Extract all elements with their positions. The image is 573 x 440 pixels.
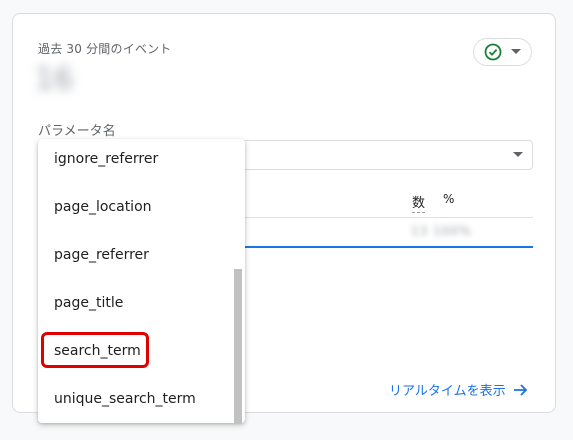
- parameter-dropdown-menu: ignore_referrer page_location page_refer…: [38, 139, 245, 423]
- menu-item-ignore-referrer[interactable]: ignore_referrer: [38, 139, 234, 183]
- select-caret-icon: [513, 152, 523, 157]
- events-title: 過去 30 分間のイベント: [38, 42, 172, 56]
- table-row-highlight: [245, 246, 533, 248]
- events-count: 16: [35, 62, 74, 97]
- table-header-divider: [245, 217, 533, 218]
- arrow-right-icon: [513, 383, 527, 396]
- parameter-name-label: パラメータ名: [38, 124, 116, 139]
- view-realtime-link[interactable]: リアルタイムを表示: [389, 380, 528, 399]
- column-header-count[interactable]: 数: [412, 192, 426, 213]
- caret-down-icon: [511, 49, 521, 54]
- menu-item-unique-search-term[interactable]: unique_search_term: [38, 375, 234, 423]
- table-row-values: 13 100%: [411, 224, 472, 238]
- dropdown-scrollbar[interactable]: [234, 269, 242, 423]
- column-header-percent: %: [443, 192, 455, 206]
- menu-item-page-referrer[interactable]: page_referrer: [38, 231, 234, 279]
- check-circle-icon: [484, 43, 502, 61]
- status-chip[interactable]: [473, 38, 532, 66]
- menu-item-search-term[interactable]: search_term: [38, 327, 234, 375]
- menu-item-page-location[interactable]: page_location: [38, 183, 234, 231]
- view-realtime-label: リアルタイムを表示: [389, 384, 506, 399]
- menu-item-page-title[interactable]: page_title: [38, 279, 234, 327]
